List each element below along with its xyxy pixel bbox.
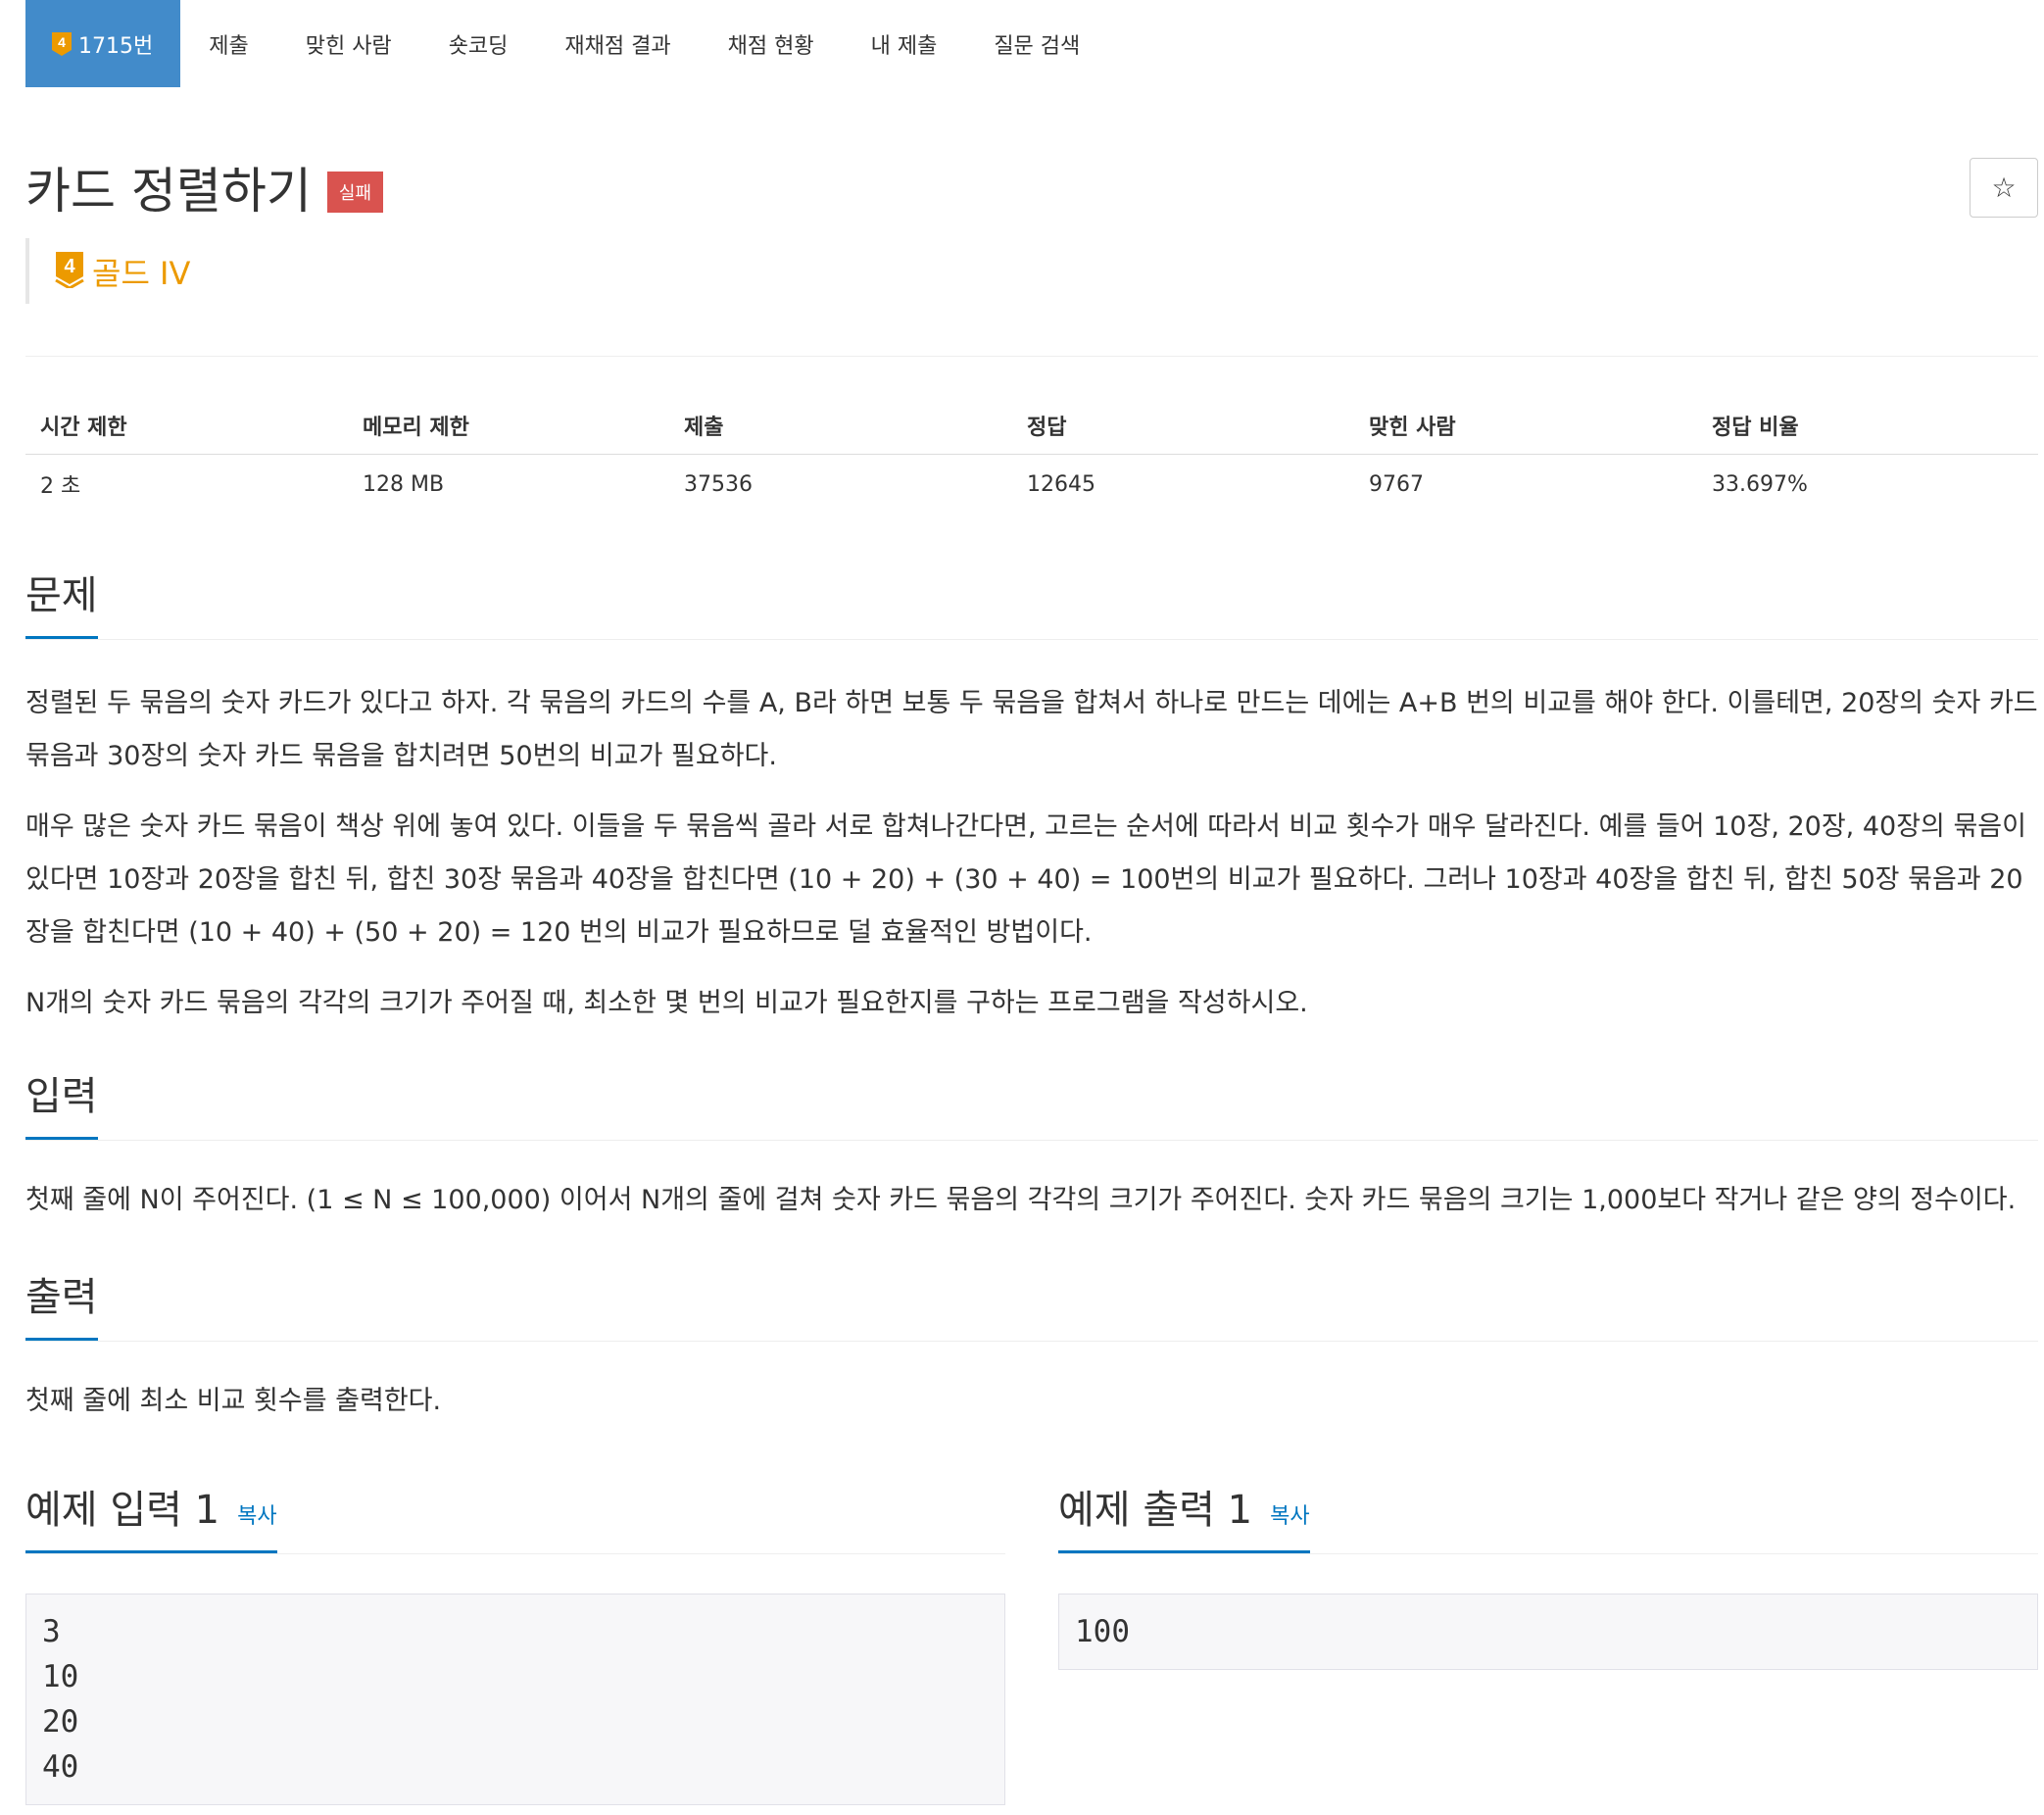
favorite-star-button[interactable]: ☆ [1970,158,2038,218]
sample-output-title: 예제 출력 1 [1058,1488,1253,1533]
section-header: 출력 [25,1263,2038,1342]
table-header-row: 시간 제한 메모리 제한 제출 정답 맞힌 사람 정답 비율 [25,397,2038,455]
paragraph: 첫째 줄에 최소 비교 횟수를 출력한다. [25,1386,442,1416]
section-title: 출력 [25,1265,98,1341]
tab-judge-status[interactable]: 채점 현황 [700,0,843,87]
tab-short-coding[interactable]: 숏코딩 [420,0,537,87]
output-section: 출력 첫째 줄에 최소 비교 횟수를 출력한다. [25,1263,2038,1428]
section-body: 첫째 줄에 N이 주어진다. (1 ≤ N ≤ 100,000) 이어서 N개의… [25,1174,2038,1227]
tier-label: 골드 IV [92,254,191,292]
section-title: 문제 [25,564,98,639]
header-solved-users: 맞힌 사람 [1354,397,1697,455]
sample-output-section: 예제 출력 1 복사 100 [1058,1476,2038,1670]
star-icon: ☆ [1991,172,2017,204]
paragraph: 첫째 줄에 N이 주어진다. (1 ≤ N ≤ 100,000) 이어서 N개의… [25,1185,2017,1215]
result-badge: 실패 [326,172,384,213]
tab-my-submissions[interactable]: 내 제출 [843,0,966,87]
problem-tabs: 4 1715번 제출 맞힌 사람 숏코딩 재채점 결과 채점 현황 내 제출 질… [25,0,1108,87]
section-title: 예제 입력 1 복사 [25,1478,277,1553]
tab-problem-number[interactable]: 4 1715번 [25,0,181,87]
gold-tier-icon: 4 [55,251,84,292]
sample-input-section: 예제 입력 1 복사 3 10 20 40 [25,1476,1005,1805]
tab-label: 1715번 [78,33,154,59]
header-submissions: 제출 [669,397,1012,455]
memory-limit-value: 128 MB [363,471,445,497]
header-accepted: 정답 [1012,397,1354,455]
svg-text:4: 4 [58,34,66,50]
problem-info-table: 시간 제한 메모리 제한 제출 정답 맞힌 사람 정답 비율 2 초 128 M… [25,397,2038,515]
tab-submit[interactable]: 제출 [180,0,276,87]
copy-input-button[interactable]: 복사 [237,1498,276,1530]
section-header: 예제 입력 1 복사 [25,1476,1005,1554]
tab-question-search[interactable]: 질문 검색 [965,0,1108,87]
table-row: 2 초 128 MB 37536 12645 9767 33.697% [25,454,2038,515]
section-body: 정렬된 두 묶음의 숫자 카드가 있다고 하자. 각 묶음의 카드의 수를 A,… [25,677,2038,1030]
submissions-value: 37536 [684,471,753,497]
header-memory-limit: 메모리 제한 [348,397,669,455]
time-limit-value: 2 초 [40,474,81,500]
sample-input-title: 예제 입력 1 [25,1488,220,1533]
header-accept-ratio: 정답 비율 [1697,397,2038,455]
paragraph: 정렬된 두 묶음의 숫자 카드가 있다고 하자. 각 묶음의 카드의 수를 A,… [25,688,2038,771]
section-header: 예제 출력 1 복사 [1058,1476,2038,1554]
tab-solved-users[interactable]: 맞힌 사람 [277,0,420,87]
paragraph: 매우 많은 숫자 카드 묶음이 책상 위에 놓여 있다. 이들을 두 묶음씩 골… [25,811,2026,948]
title-row: 카드 정렬하기 실패 [25,152,384,222]
section-title: 예제 출력 1 복사 [1058,1478,1310,1553]
header-time-limit: 시간 제한 [25,397,348,455]
gold-tier-icon: 4 [51,31,73,57]
section-body: 첫째 줄에 최소 비교 횟수를 출력한다. [25,1375,2038,1428]
sample-output-text: 100 [1058,1594,2038,1670]
copy-output-button[interactable]: 복사 [1270,1498,1309,1530]
tab-rejudge-results[interactable]: 재채점 결과 [536,0,699,87]
section-title: 입력 [25,1064,98,1140]
section-header: 문제 [25,562,2038,640]
problem-description-section: 문제 정렬된 두 묶음의 숫자 카드가 있다고 하자. 각 묶음의 카드의 수를… [25,562,2038,1030]
problem-title: 카드 정렬하기 [25,163,312,220]
accepted-value: 12645 [1027,471,1095,497]
input-section: 입력 첫째 줄에 N이 주어진다. (1 ≤ N ≤ 100,000) 이어서 … [25,1062,2038,1227]
section-header: 입력 [25,1062,2038,1141]
tier-info: 4 골드 IV [25,238,190,304]
paragraph: N개의 숫자 카드 묶음의 각각의 크기가 주어질 때, 최소한 몇 번의 비교… [25,988,1308,1018]
divider [25,356,2038,357]
svg-text:4: 4 [64,256,75,277]
accept-ratio-value: 33.697% [1712,471,1808,497]
solved-users-value: 9767 [1369,471,1424,497]
sample-input-text: 3 10 20 40 [25,1594,1005,1805]
